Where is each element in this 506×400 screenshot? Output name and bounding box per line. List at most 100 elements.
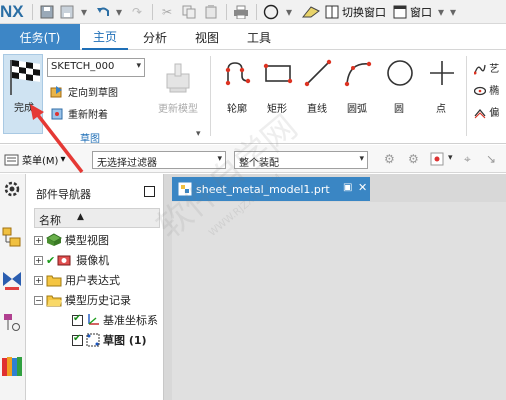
tab-analysis[interactable]: 分析 [132, 24, 178, 50]
switch-window-button[interactable]: 切换窗口 [342, 4, 386, 20]
dropdown-arrow-icon[interactable]: ▾ [78, 4, 90, 20]
checkered-flag-icon [10, 60, 40, 95]
cut-icon[interactable]: ✂ [158, 4, 176, 20]
update-model-button[interactable]: 更新模型 [152, 54, 204, 124]
graphics-canvas[interactable] [172, 202, 506, 400]
sketch-name-select[interactable]: SKETCH_000 ▾ [47, 58, 145, 77]
tab-task[interactable]: 任务(T) [0, 24, 80, 50]
menu-icon [4, 154, 19, 165]
circle-select-dropdown-icon[interactable]: ▾ [284, 4, 294, 20]
part-navigator-icon[interactable] [1, 226, 25, 250]
nx-logo: NX [0, 2, 24, 21]
sort-ascending-icon: ▲ [77, 212, 84, 222]
sketch-toggle-icon[interactable] [300, 4, 322, 20]
visibility-checkbox[interactable] [72, 333, 83, 346]
tree-item-user-expressions[interactable]: + 用户表达式 [34, 270, 164, 290]
profile-tool-button[interactable]: 轮廓 [218, 54, 256, 124]
redo-icon[interactable]: ↷ [128, 4, 146, 20]
window-menu-dropdown-icon[interactable]: ▾ [436, 4, 446, 20]
offset-curve-button[interactable]: 偏 [474, 104, 499, 119]
settings-gear-icon[interactable] [1, 178, 25, 202]
curve-end-icon[interactable]: ↘ [486, 152, 496, 166]
undo-icon[interactable] [94, 4, 112, 20]
reattach-icon [51, 108, 63, 119]
expand-icon[interactable]: + [34, 235, 43, 245]
save-icon[interactable] [38, 4, 56, 20]
expand-icon[interactable]: + [34, 275, 43, 285]
reattach-button[interactable]: 重新附着 [50, 106, 108, 121]
ellipse-label: 椭 [489, 86, 500, 97]
ellipse-button[interactable]: 椭 [473, 82, 500, 97]
ribbon-separator [466, 56, 467, 136]
part-file-icon [178, 182, 192, 196]
library-books-icon[interactable] [1, 354, 25, 378]
selection-scope-select[interactable]: 整个装配 ▾ [234, 151, 368, 169]
tree-item-label: 基准坐标系 [103, 314, 158, 327]
point-tool-button[interactable]: 点 [422, 54, 460, 124]
toolbar-separator [32, 4, 33, 20]
tree-item-label: 用户表达式 [65, 274, 120, 287]
sketch-group-label: 草图 [80, 134, 100, 145]
toolbar-separator [226, 4, 227, 20]
tree-item-cameras[interactable]: + ✔ 摄像机 [34, 250, 164, 270]
selection-filter-bar: 菜单(M) ▾ 无选择过滤器 ▾ 整个装配 ▾ ⚙ ⚙ ▾ ⌖ ↘ [0, 145, 506, 173]
customize-dropdown-icon[interactable]: ▾ [448, 4, 458, 20]
orient-to-sketch-button[interactable]: 定向到草图 [50, 84, 118, 99]
studio-spline-button[interactable]: 艺 [473, 60, 499, 75]
assembly-filter-icon[interactable]: ⚙ [408, 152, 419, 166]
menu-button[interactable]: 菜单(M) ▾ [4, 152, 65, 167]
resource-bar [0, 174, 26, 400]
checkmark-icon: ✔ [46, 253, 56, 267]
part-navigator: 部件导航器 名称 ▲ + 模型视图 + ✔ 摄像机 + 用户表达式 − 模型历史… [26, 174, 164, 400]
offset-curve-label: 偏 [489, 108, 500, 119]
tree-item-label: 草图 (1) [103, 334, 147, 347]
assembly-constraint-icon[interactable] [1, 268, 25, 292]
pin-icon[interactable]: ▣ [343, 182, 352, 193]
window-menu-button[interactable]: 窗口 [410, 4, 432, 20]
line-tool-button[interactable]: 直线 [298, 54, 336, 124]
close-icon[interactable]: ✕ [358, 181, 367, 194]
visibility-checkbox[interactable] [72, 313, 83, 326]
tab-home[interactable]: 主页 [82, 24, 128, 50]
folder-icon [46, 275, 62, 287]
copy-icon[interactable] [180, 4, 198, 20]
rectangle-tool-button[interactable]: 矩形 [258, 54, 296, 124]
finish-sketch-button[interactable]: 完成 [3, 54, 43, 134]
maximize-icon[interactable] [144, 186, 155, 197]
tree-item-model-views[interactable]: + 模型视图 [34, 230, 164, 250]
tab-tools[interactable]: 工具 [236, 24, 282, 50]
save-as-icon[interactable] [58, 4, 76, 20]
model-view-icon [46, 233, 62, 246]
type-filter-select[interactable]: 无选择过滤器 ▾ [92, 151, 226, 169]
switch-window-icon[interactable] [324, 4, 340, 20]
point-on-curve-icon[interactable]: ⌖ [464, 152, 471, 167]
undo-dropdown-icon[interactable]: ▾ [114, 4, 124, 20]
point-icon [430, 61, 454, 85]
snap-point-icon[interactable] [430, 152, 444, 169]
circle-select-icon[interactable] [262, 4, 280, 20]
snap-dropdown-icon[interactable]: ▾ [448, 153, 453, 163]
group-expand-icon[interactable]: ▾ [196, 129, 201, 139]
collapse-icon[interactable]: − [34, 295, 43, 305]
line-label: 直线 [307, 104, 327, 115]
paste-icon[interactable] [202, 4, 220, 20]
arc-tool-button[interactable]: 圆弧 [338, 54, 376, 124]
component-filter-icon[interactable]: ⚙ [384, 152, 395, 166]
tab-view[interactable]: 视图 [184, 24, 230, 50]
name-column-header[interactable]: 名称 ▲ [34, 208, 160, 228]
circle-icon [387, 60, 413, 86]
reuse-library-icon[interactable] [1, 312, 25, 336]
print-icon[interactable] [232, 4, 250, 20]
chevron-down-icon: ▾ [359, 154, 364, 164]
arc-icon [344, 61, 372, 87]
circle-tool-button[interactable]: 圆 [380, 54, 418, 124]
tree-item-sketch[interactable]: 草图 (1) [72, 330, 164, 350]
document-tab[interactable]: sheet_metal_model1.prt ▣ ✕ [172, 177, 370, 201]
tree-item-label: 模型历史记录 [65, 294, 131, 307]
tree-item-model-history[interactable]: − 模型历史记录 [34, 290, 164, 310]
window-icon[interactable] [392, 4, 408, 20]
tree-item-datum-csys[interactable]: 基准坐标系 [72, 310, 164, 330]
circle-label: 圆 [394, 104, 404, 115]
reattach-label: 重新附着 [68, 110, 108, 121]
expand-icon[interactable]: + [34, 255, 43, 265]
